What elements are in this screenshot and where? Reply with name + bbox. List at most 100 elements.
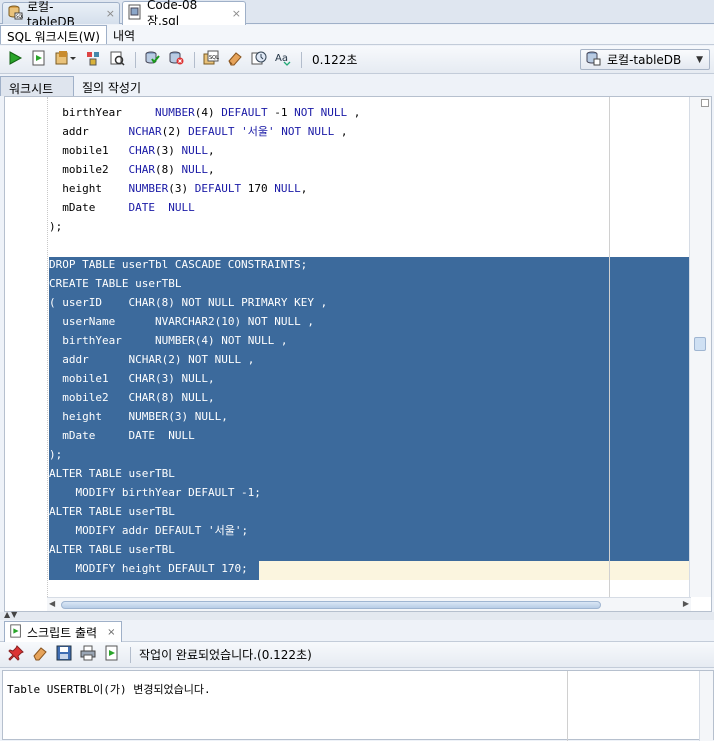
- code-line[interactable]: mobile1 CHAR(3) NULL,: [49, 369, 360, 388]
- svg-text:SQL: SQL: [16, 14, 23, 19]
- code-line[interactable]: addr NCHAR(2) DEFAULT '서울' NOT NULL ,: [49, 122, 360, 141]
- autotrace-button[interactable]: [53, 50, 79, 70]
- code-line[interactable]: MODIFY height DEFAULT 170;: [49, 559, 360, 578]
- code-line[interactable]: ALTER TABLE userTBL: [49, 502, 360, 521]
- save-icon: [56, 645, 72, 664]
- run-output-script-button[interactable]: [102, 645, 122, 665]
- toolbar-separator: [194, 51, 195, 68]
- sql-editor[interactable]: birthYear NUMBER(4) DEFAULT -1 NOT NULL …: [4, 96, 712, 612]
- horizontal-scroll-thumb[interactable]: [61, 601, 601, 609]
- scroll-thumb[interactable]: [694, 337, 706, 351]
- commit-button[interactable]: [142, 50, 162, 70]
- code-line[interactable]: ALTER TABLE userTBL: [49, 464, 360, 483]
- worksheet-mode-tabs: SQL 워크시트(W) 내역: [0, 25, 714, 45]
- pin-icon: [8, 645, 24, 664]
- code-lines[interactable]: birthYear NUMBER(4) DEFAULT -1 NOT NULL …: [49, 103, 360, 578]
- sql-history-button[interactable]: [249, 50, 269, 70]
- code-line[interactable]: height NUMBER(3) DEFAULT 170 NULL,: [49, 179, 360, 198]
- pin-button[interactable]: [6, 645, 26, 665]
- code-line[interactable]: DROP TABLE userTbl CASCADE CONSTRAINTS;: [49, 255, 360, 274]
- eraser-icon: [227, 50, 243, 69]
- elapsed-time: 0.122초: [312, 53, 358, 67]
- print-output-button[interactable]: [78, 645, 98, 665]
- code-line[interactable]: [49, 236, 360, 255]
- format-case-icon: Aa: [275, 50, 291, 69]
- run-statement-button[interactable]: [5, 50, 25, 70]
- database-connection-icon: [585, 50, 601, 69]
- tab-script-output-label: 스크립트 출력: [27, 625, 98, 640]
- toolbar-separator: [135, 51, 136, 68]
- save-output-button[interactable]: [54, 645, 74, 665]
- scroll-right-icon[interactable]: ▶: [683, 599, 689, 608]
- toolbar-separator: [130, 646, 131, 663]
- code-line[interactable]: ALTER TABLE userTBL: [49, 540, 360, 559]
- tab-query-builder[interactable]: 질의 작성기: [74, 76, 149, 96]
- close-icon[interactable]: ×: [107, 627, 115, 638]
- sql-tuning-icon: [109, 50, 125, 69]
- toolbar-separator: [301, 51, 302, 68]
- connection-select[interactable]: 로컬-tableDB ▼: [580, 49, 710, 70]
- vertical-scrollbar[interactable]: [689, 97, 711, 597]
- unshared-sql-button[interactable]: SQL: [201, 50, 221, 70]
- explain-plan-button[interactable]: [83, 50, 103, 70]
- code-line[interactable]: mDate DATE NULL: [49, 426, 360, 445]
- code-line[interactable]: userName NVARCHAR2(10) NOT NULL ,: [49, 312, 360, 331]
- clear-output-button[interactable]: [30, 645, 50, 665]
- script-output-icon: [9, 623, 23, 641]
- output-scrollbar[interactable]: [699, 671, 713, 741]
- autotrace-icon: [55, 50, 77, 69]
- run-script-icon: [31, 50, 47, 69]
- svg-text:Aa: Aa: [275, 53, 288, 64]
- run-statement-icon: [7, 50, 23, 69]
- output-divider: [567, 671, 568, 741]
- code-line[interactable]: MODIFY birthYear DEFAULT -1;: [49, 483, 360, 502]
- code-line[interactable]: mobile1 CHAR(3) NULL,: [49, 141, 360, 160]
- scroll-corner-icon: [701, 99, 709, 107]
- code-line[interactable]: height NUMBER(3) NULL,: [49, 407, 360, 426]
- svg-text:SQL: SQL: [209, 55, 219, 61]
- output-status: 작업이 완료되었습니다.(0.122초): [139, 648, 312, 662]
- sql-tuning-button[interactable]: [107, 50, 127, 70]
- code-line[interactable]: CREATE TABLE userTBL: [49, 274, 360, 293]
- document-tab-bar: SQL 로컬-tableDB × Code-08장.sql ×: [0, 0, 714, 29]
- code-line[interactable]: ( userID CHAR(8) NOT NULL PRIMARY KEY ,: [49, 293, 360, 312]
- sql-history-icon: [251, 50, 267, 69]
- close-icon[interactable]: ×: [232, 7, 241, 20]
- script-output-area[interactable]: Table USERTBL이(가) 변경되었습니다.: [2, 670, 714, 741]
- rollback-button[interactable]: [166, 50, 186, 70]
- output-tab-bar: 스크립트 출력 ×: [0, 620, 714, 642]
- collapse-arrows-icon[interactable]: ▲▼: [4, 610, 18, 619]
- unshared-sql-icon: SQL: [203, 50, 219, 69]
- code-line[interactable]: );: [49, 445, 360, 464]
- doc-tab-connection[interactable]: SQL 로컬-tableDB ×: [2, 0, 120, 29]
- code-line[interactable]: mDate DATE NULL: [49, 198, 360, 217]
- run-script-button[interactable]: [29, 50, 49, 70]
- print-icon: [80, 645, 96, 664]
- run-script-icon: [104, 645, 120, 664]
- tab-sql-worksheet[interactable]: SQL 워크시트(W): [0, 25, 107, 44]
- code-line[interactable]: mobile2 CHAR(8) NULL,: [49, 388, 360, 407]
- code-line[interactable]: addr NCHAR(2) NOT NULL ,: [49, 350, 360, 369]
- code-line[interactable]: birthYear NUMBER(4) DEFAULT -1 NOT NULL …: [49, 103, 360, 122]
- panel-splitter[interactable]: ▲▼: [0, 610, 714, 620]
- close-icon[interactable]: ×: [106, 7, 115, 20]
- commit-icon: [144, 50, 160, 69]
- editor-gutter: [47, 97, 48, 597]
- tab-worksheet[interactable]: 워크시트: [0, 76, 74, 96]
- code-line[interactable]: MODIFY addr DEFAULT '서울';: [49, 521, 360, 540]
- worksheet-toolbar: SQL Aa 0.122초 로컬-tableDB ▼: [0, 46, 714, 74]
- connection-select-value: 로컬-tableDB: [607, 53, 682, 67]
- format-case-button[interactable]: Aa: [273, 50, 293, 70]
- scroll-left-icon[interactable]: ◀: [49, 599, 55, 608]
- clear-button[interactable]: [225, 50, 245, 70]
- tab-history[interactable]: 내역: [107, 25, 141, 44]
- code-line[interactable]: mobile2 CHAR(8) NULL,: [49, 160, 360, 179]
- sql-connection-icon: SQL: [7, 4, 25, 23]
- code-line[interactable]: );: [49, 217, 360, 236]
- output-text: Table USERTBL이(가) 변경되었습니다.: [7, 683, 211, 696]
- code-line[interactable]: birthYear NUMBER(4) NOT NULL ,: [49, 331, 360, 350]
- tab-script-output[interactable]: 스크립트 출력 ×: [4, 621, 123, 642]
- horizontal-scrollbar[interactable]: ◀ ▶: [47, 597, 691, 611]
- eraser-icon: [32, 645, 48, 664]
- doc-tab-sql-file[interactable]: Code-08장.sql ×: [122, 0, 246, 28]
